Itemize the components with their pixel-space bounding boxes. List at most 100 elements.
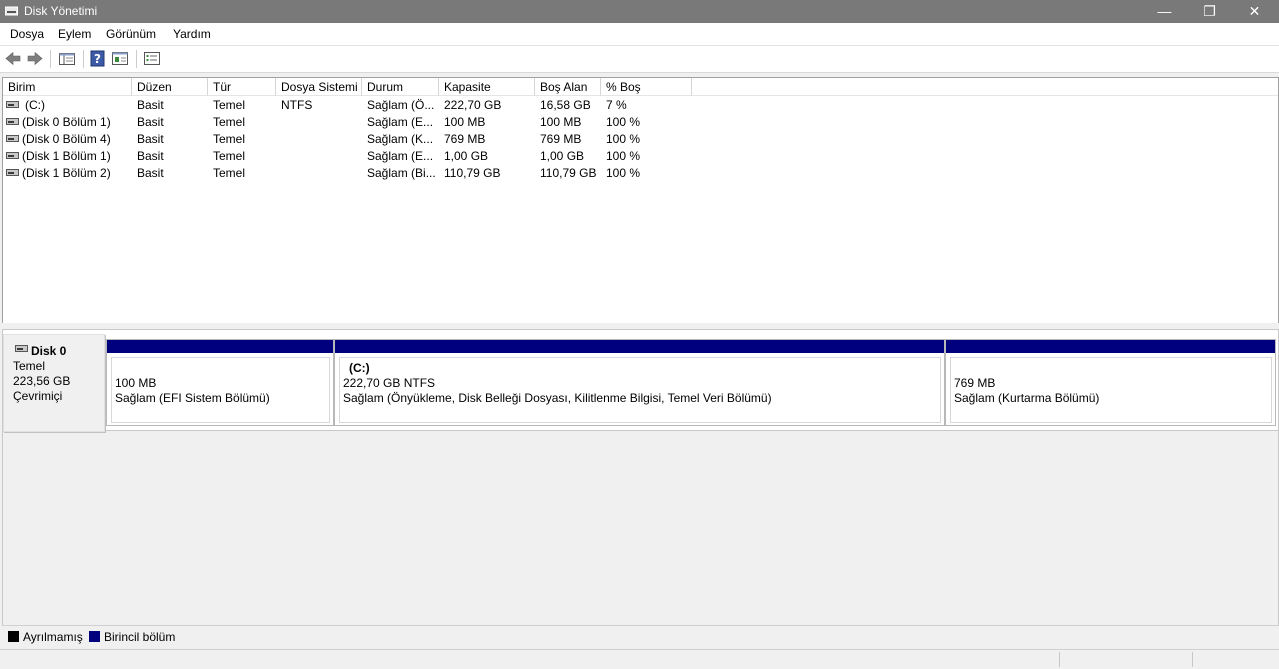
cell-duzen: Basit [137, 98, 164, 112]
cell-duzen: Basit [137, 149, 164, 163]
restore-icon: ❐ [1203, 3, 1216, 19]
disk-size: 223,56 GB [13, 374, 71, 388]
title-bar: Disk Yönetimi — ❐ ✕ [0, 0, 1279, 23]
partition-status: Sağlam (Kurtarma Bölümü) [954, 391, 1100, 405]
column-header-durum[interactable]: Durum [362, 78, 439, 96]
properties-icon[interactable] [111, 50, 129, 67]
menu-bar: Dosya Eylem Görünüm Yardım [0, 23, 1279, 45]
primary-partition-bar [107, 340, 333, 353]
cell-tur: Temel [213, 115, 246, 129]
partition-recovery[interactable]: 769 MB Sağlam (Kurtarma Bölümü) [945, 339, 1276, 426]
volume-icon [6, 169, 19, 176]
volume-icon [6, 135, 19, 142]
minimize-button[interactable]: — [1142, 0, 1187, 23]
menu-gorunum[interactable]: Görünüm [106, 27, 156, 41]
cell-kapasite: 222,70 GB [444, 98, 502, 112]
cell-yuzde-bos: 7 % [606, 98, 627, 112]
partition-size: 100 MB [115, 376, 157, 390]
forward-arrow-icon[interactable] [26, 50, 44, 67]
disk-label[interactable]: Disk 0 Temel 223,56 GB Çevrimiçi [3, 334, 105, 432]
primary-partition-bar [335, 340, 944, 353]
cell-kapasite: 110,79 GB [444, 166, 501, 180]
cell-duzen: Basit [137, 115, 164, 129]
console-tree-icon[interactable] [58, 50, 76, 67]
list-view-icon[interactable] [143, 50, 161, 67]
disk-type: Temel [13, 359, 46, 373]
disk-graphical-view: Disk 0 Temel 223,56 GB Çevrimiçi 100 MB … [2, 329, 1279, 626]
cell-bos-alan: 100 MB [540, 115, 582, 129]
legend-unallocated-label: Ayrılmamış [23, 630, 83, 644]
table-row[interactable]: (C:) Basit Temel NTFS Sağlam (Ö... 222,7… [3, 97, 1278, 114]
partition-c[interactable]: (C:) 222,70 GB NTFS Sağlam (Önyükleme, D… [334, 339, 945, 426]
legend-primary-label: Birincil bölüm [104, 630, 176, 644]
cell-yuzde-bos: 100 % [606, 166, 641, 180]
cell-birim: (Disk 1 Bölüm 1) [22, 149, 111, 163]
table-row[interactable]: (Disk 0 Bölüm 4) Basit Temel Sağlam (K..… [3, 131, 1278, 148]
legend-primary-swatch [89, 631, 100, 642]
partition-efi[interactable]: 100 MB Sağlam (EFI Sistem Bölümü) [106, 339, 334, 426]
table-row[interactable]: (Disk 1 Bölüm 1) Basit Temel Sağlam (E..… [3, 148, 1278, 165]
disk-icon [15, 345, 28, 352]
cell-dosya-sistemi: NTFS [281, 98, 313, 112]
cell-birim: (Disk 0 Bölüm 4) [22, 132, 111, 146]
window-title: Disk Yönetimi [24, 4, 98, 18]
column-header-kapasite[interactable]: Kapasite [439, 78, 535, 96]
cell-tur: Temel [213, 98, 246, 112]
status-bar-divider [1059, 652, 1060, 667]
cell-kapasite: 1,00 GB [444, 149, 489, 163]
cell-tur: Temel [213, 149, 246, 163]
cell-bos-alan: 769 MB [540, 132, 582, 146]
toolbar-separator [83, 50, 84, 68]
legend-unallocated-swatch [8, 631, 19, 642]
menu-dosya[interactable]: Dosya [10, 27, 44, 41]
toolbar-separator [136, 50, 137, 68]
column-header-tur[interactable]: Tür [208, 78, 276, 96]
column-header-dosya-sistemi[interactable]: Dosya Sistemi [276, 78, 362, 96]
cell-yuzde-bos: 100 % [606, 132, 641, 146]
cell-durum: Sağlam (Ö... [367, 98, 435, 112]
restore-button[interactable]: ❐ [1187, 0, 1232, 23]
volume-icon [6, 101, 19, 108]
close-button[interactable]: ✕ [1232, 0, 1277, 23]
toolbar-separator [50, 50, 51, 68]
cell-yuzde-bos: 100 % [606, 149, 641, 163]
cell-kapasite: 769 MB [444, 132, 486, 146]
table-row[interactable]: (Disk 1 Bölüm 2) Basit Temel Sağlam (Bi.… [3, 165, 1278, 182]
partition-body: 100 MB Sağlam (EFI Sistem Bölümü) [111, 357, 330, 423]
column-header-bos-alan[interactable]: Boş Alan [535, 78, 601, 96]
partition-size: 222,70 GB NTFS [343, 376, 436, 390]
cell-bos-alan: 16,58 GB [540, 98, 591, 112]
disk-status: Çevrimiçi [13, 389, 63, 403]
cell-durum: Sağlam (E... [367, 115, 434, 129]
partition-body: 769 MB Sağlam (Kurtarma Bölümü) [950, 357, 1272, 423]
table-row[interactable]: (Disk 0 Bölüm 1) Basit Temel Sağlam (E..… [3, 114, 1278, 131]
cell-duzen: Basit [137, 166, 164, 180]
volume-list: Birim Düzen Tür Dosya Sistemi Durum Kapa… [2, 77, 1279, 325]
menu-eylem[interactable]: Eylem [58, 27, 91, 41]
cell-bos-alan: 110,79 GB [540, 166, 597, 180]
cell-kapasite: 100 MB [444, 115, 486, 129]
svg-text:?: ? [94, 52, 101, 66]
column-header-yuzde-bos[interactable]: % Boş [601, 78, 692, 96]
minimize-icon: — [1157, 3, 1172, 19]
back-arrow-icon[interactable] [4, 50, 22, 67]
cell-bos-alan: 1,00 GB [540, 149, 585, 163]
menu-yardim[interactable]: Yardım [173, 27, 211, 41]
partition-title: (C:) [349, 361, 370, 375]
close-icon: ✕ [1248, 3, 1261, 19]
disk-management-app-icon [5, 6, 18, 16]
column-header-birim[interactable]: Birim [3, 78, 132, 96]
cell-tur: Temel [213, 166, 246, 180]
column-header-duzen[interactable]: Düzen [132, 78, 208, 96]
status-bar [0, 649, 1279, 669]
volume-icon [6, 152, 19, 159]
volume-icon [6, 118, 19, 125]
help-icon[interactable]: ? [89, 50, 107, 67]
cell-tur: Temel [213, 132, 246, 146]
primary-partition-bar [946, 340, 1275, 353]
cell-duzen: Basit [137, 132, 164, 146]
cell-birim: (C:) [25, 98, 45, 112]
cell-yuzde-bos: 100 % [606, 115, 641, 129]
partition-body: (C:) 222,70 GB NTFS Sağlam (Önyükleme, D… [339, 357, 941, 423]
column-header-filler [692, 78, 1278, 96]
